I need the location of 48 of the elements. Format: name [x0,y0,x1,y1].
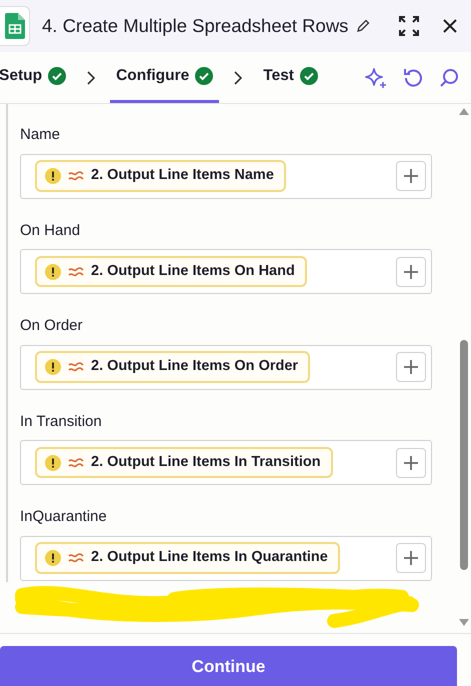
add-button[interactable] [396,256,426,286]
wave-icon [68,552,84,564]
undo-icon[interactable] [403,68,423,88]
scrollbar-thumb[interactable] [460,340,468,570]
wave-icon [68,170,84,182]
close-icon[interactable] [443,19,457,33]
field-label: Name [20,125,62,145]
field-label: On Hand [20,220,82,240]
wave-icon [68,361,84,373]
expand-icon[interactable] [399,16,419,36]
check-circle-icon [300,67,318,85]
step-title: 4. Create Multiple Spreadsheet Rows [42,14,348,38]
search-icon[interactable] [439,68,459,88]
step-tab[interactable]: Test [257,52,324,103]
sparkle-icon[interactable] [365,66,387,88]
chevron-icon [86,70,96,84]
mapped-field[interactable]: 2. Output Line Items On Order [20,344,432,390]
check-circle-icon [48,67,66,85]
plus-icon [404,360,418,374]
plus-icon [404,456,418,470]
add-button[interactable] [396,543,426,573]
data-pill[interactable]: 2. Output Line Items Name [35,160,286,192]
step-tab[interactable]: Configure [110,52,220,103]
add-button[interactable] [396,448,426,478]
field-label: InQuarantine [20,507,108,527]
scroll-up-icon[interactable] [459,108,469,116]
edit-icon[interactable] [356,19,370,33]
continue-button[interactable]: Continue [0,646,457,686]
data-pill[interactable]: 2. Output Line Items In Transition [35,446,333,478]
data-pill[interactable]: 2. Output Line Items On Order [35,351,310,383]
plus-icon [404,169,418,183]
data-pill[interactable]: 2. Output Line Items In Quarantine [35,542,340,574]
plus-icon [404,551,418,565]
mapped-field[interactable]: 2. Output Line Items Name [20,154,432,198]
scroll-down-icon[interactable] [459,619,469,627]
field-label: In Transition [20,412,103,432]
wave-icon [68,456,84,468]
add-button[interactable] [396,161,426,191]
mapped-field[interactable]: 2. Output Line Items In Quarantine [20,536,432,580]
wave-icon [68,266,84,278]
chevron-icon [233,70,244,84]
data-pill[interactable]: 2. Output Line Items On Hand [35,256,307,288]
add-button[interactable] [396,352,426,382]
mapped-field[interactable]: 2. Output Line Items In Transition [20,440,432,485]
check-circle-icon [195,67,214,85]
plus-icon [404,264,418,278]
mapped-field[interactable]: 2. Output Line Items On Hand [20,249,432,294]
field-label: On Order [20,316,84,336]
